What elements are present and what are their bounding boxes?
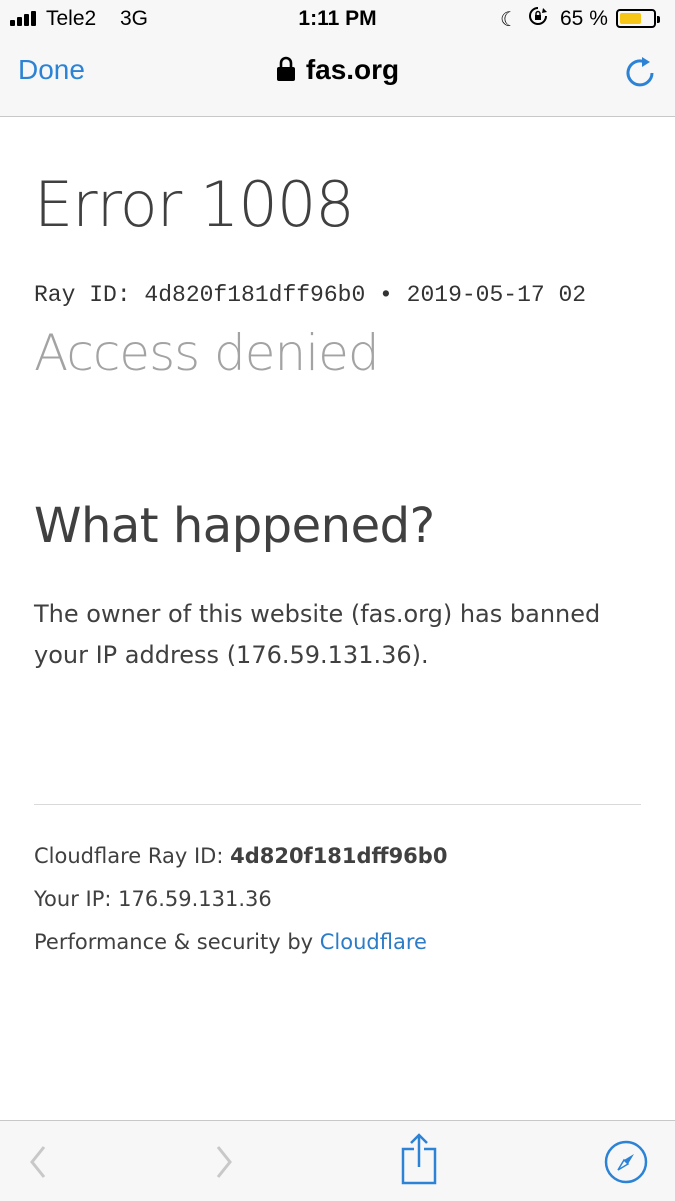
footer-performance: Performance & security by Cloudflare xyxy=(34,930,427,954)
footer-perf-label: Performance & security by xyxy=(34,930,320,954)
bottom-toolbar xyxy=(0,1120,675,1201)
cloudflare-link[interactable]: Cloudflare xyxy=(320,930,427,954)
lock-icon xyxy=(276,56,295,81)
reload-icon[interactable] xyxy=(623,56,657,90)
url-display[interactable]: fas.org xyxy=(0,54,675,86)
back-icon[interactable] xyxy=(24,1121,54,1201)
access-denied-heading: Access denied xyxy=(34,324,380,382)
battery-percent: 65 % xyxy=(560,7,608,30)
battery-icon xyxy=(616,9,660,28)
explanation-text: The owner of this website (fas.org) has … xyxy=(34,600,601,669)
url-text: fas.org xyxy=(305,54,400,85)
forward-icon[interactable] xyxy=(210,1121,240,1201)
error-title: Error 1008 xyxy=(34,168,355,241)
footer-ray-id: Cloudflare Ray ID: 4d820f181dff96b0 xyxy=(34,844,447,868)
safari-compass-icon[interactable] xyxy=(603,1121,649,1201)
footer-ray-label: Cloudflare Ray ID: xyxy=(34,844,231,868)
status-bar: Tele2 3G 1:11 PM ☾ 65 % xyxy=(0,0,675,40)
safari-view-navbar: Done fas.org xyxy=(0,40,675,117)
footer-ray-value: 4d820f181dff96b0 xyxy=(230,844,448,868)
rotation-lock-icon xyxy=(529,7,547,25)
what-happened-heading: What happened? xyxy=(34,498,435,554)
do-not-disturb-icon: ☾ xyxy=(500,9,518,31)
divider xyxy=(34,804,641,805)
ray-id-line: Ray ID: 4d820f181dff96b0 • 2019-05-17 02 xyxy=(34,282,587,308)
footer-ip: Your IP: 176.59.131.36 xyxy=(34,887,272,911)
share-icon[interactable] xyxy=(398,1121,442,1201)
